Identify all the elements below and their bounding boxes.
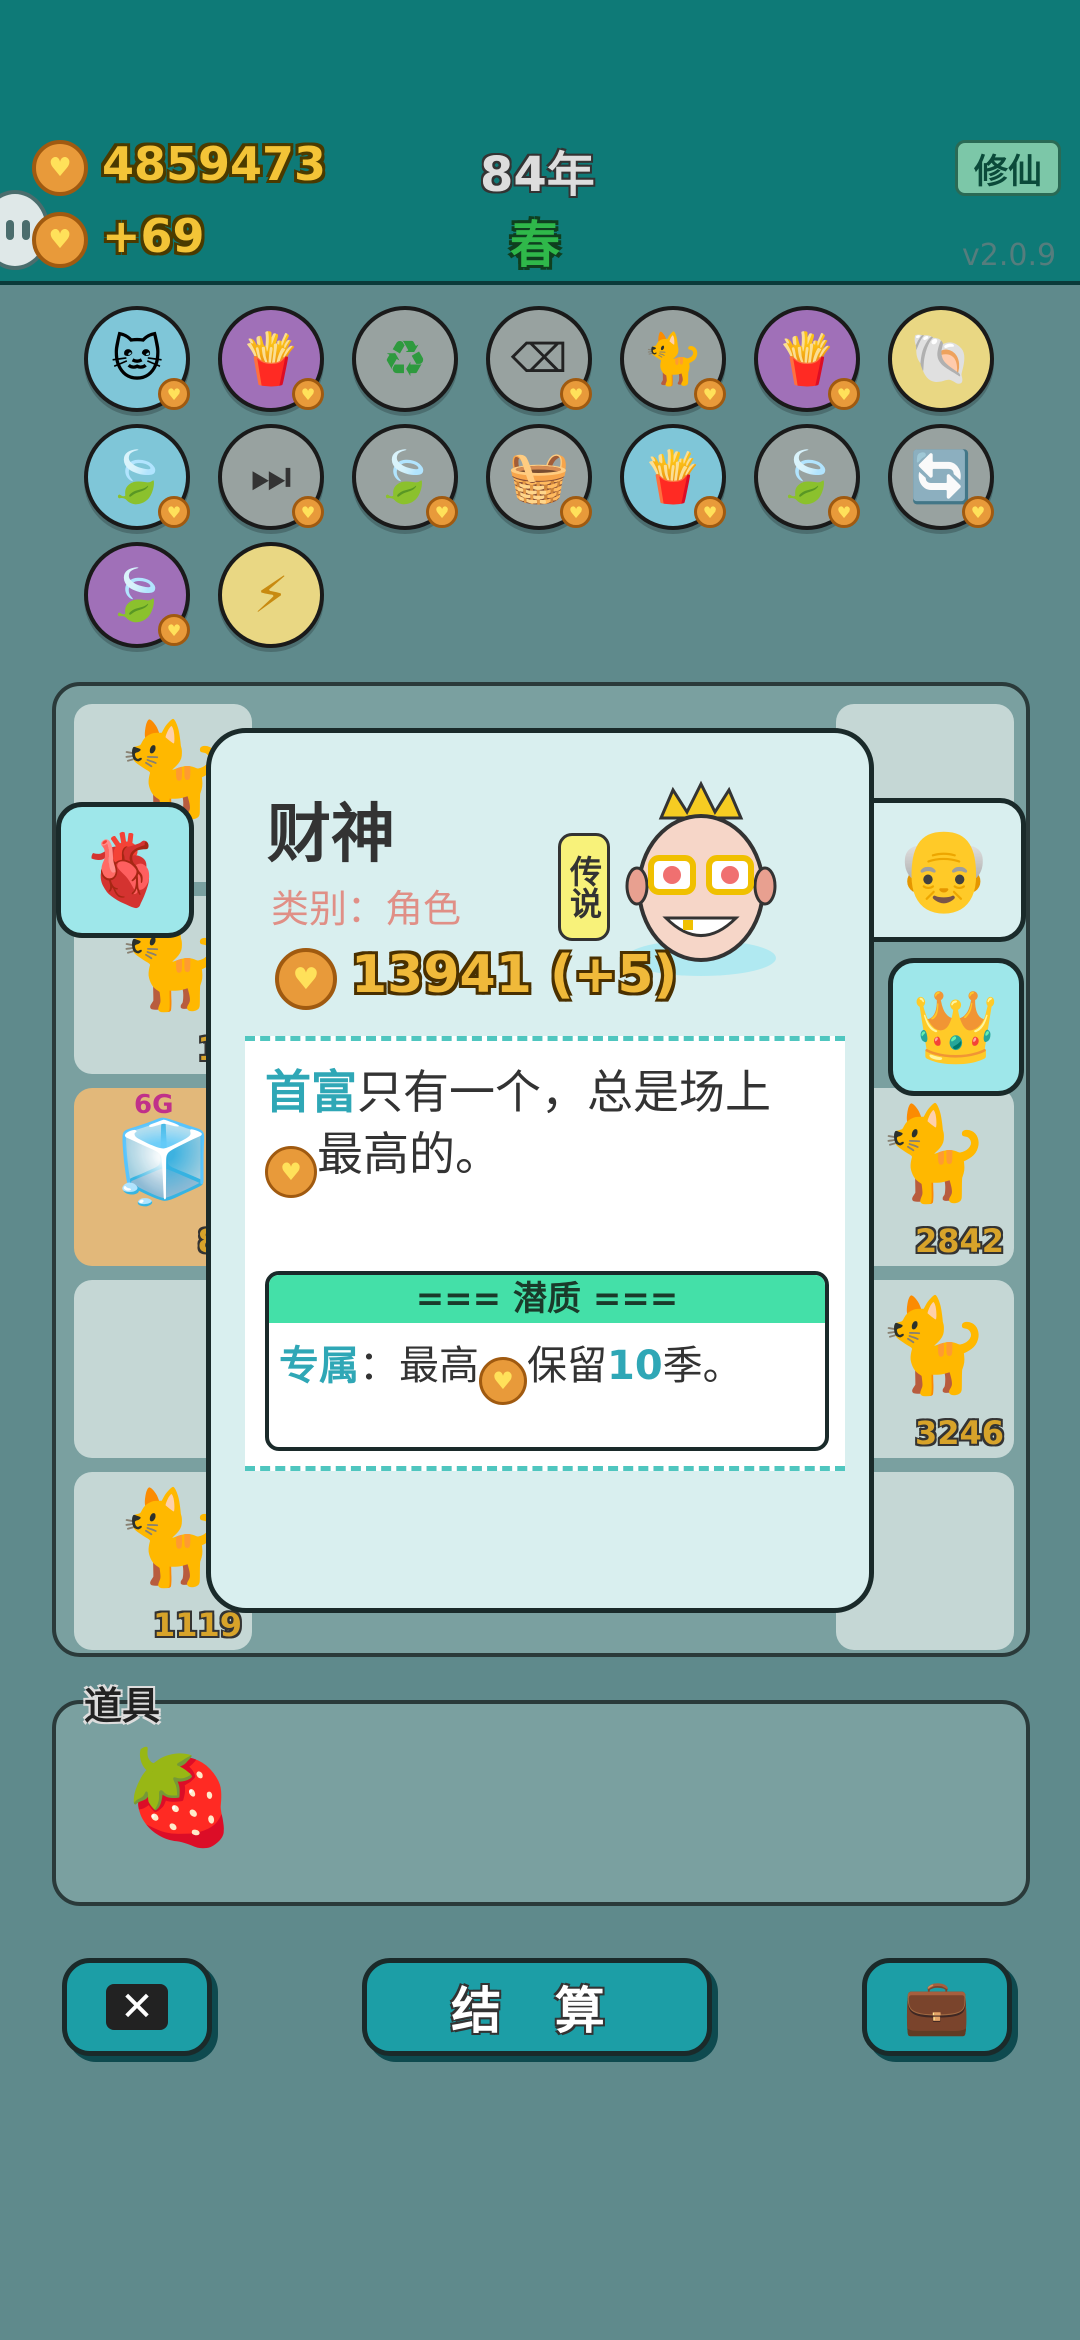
trait-text: 专属：最高 ♥ 保留10季。 <box>269 1323 825 1415</box>
coin-icon: ♥ <box>479 1357 527 1405</box>
gold-income: +69 <box>102 209 205 263</box>
refresh-icon[interactable]: 🔄 ♥ <box>888 424 994 530</box>
season-label: 春 <box>510 216 560 274</box>
version-label: v2.0.9 <box>962 238 1057 273</box>
year-counter: 84年 <box>480 147 595 203</box>
items-label: 道具 <box>84 1684 161 1728</box>
liver-tab[interactable]: 🫀 <box>56 802 194 938</box>
value-coin-icon: ♥ <box>275 948 337 1010</box>
card-name: 财神 <box>267 798 395 872</box>
card-type: 类别：角色 <box>271 887 462 931</box>
remove-button[interactable]: ✕ <box>62 1958 212 2056</box>
leaf-icon[interactable]: 🍃 ♥ <box>754 424 860 530</box>
portrait-tab[interactable]: 👴 <box>862 798 1026 942</box>
shell-icon[interactable]: 🐚 <box>888 306 994 412</box>
gold-total: 4859473 <box>102 137 327 191</box>
strawberry-icon[interactable]: 🍓 <box>122 1744 237 1852</box>
crown-tab[interactable]: 👑 <box>888 958 1024 1096</box>
fridge-icon: 🧊 <box>114 1115 214 1208</box>
card-detail-popup: 财神 类别：角色 传说 ♥ 13941 (+5) 首富只有一个，总是场上 ♥ 最高… <box>206 728 874 1613</box>
leaf-icon[interactable]: 🍃 ♥ <box>352 424 458 530</box>
liver-icon: 🫀 <box>81 828 169 911</box>
cat-icon[interactable]: 🐱 ♥ <box>84 306 190 412</box>
briefcase-icon: 💼 <box>903 1975 971 2038</box>
delete-tag-icon[interactable]: ⌫ ♥ <box>486 306 592 412</box>
lightning-icon[interactable]: ⚡ <box>218 542 324 648</box>
fries-icon[interactable]: 🍟 ♥ <box>620 424 726 530</box>
skip-icon[interactable]: ⏭ ♥ <box>218 424 324 530</box>
delete-tag-icon: ✕ <box>106 1984 168 2030</box>
card-value: 13941 (+5) <box>351 945 678 1005</box>
description-text: 首富只有一个，总是场上 ♥ 最高的。 <box>265 1061 825 1199</box>
recycle-icon[interactable]: ♻ <box>352 306 458 412</box>
trait-header: === 潜质 === <box>269 1275 825 1323</box>
cats-icon[interactable]: 🐈 ♥ <box>620 306 726 412</box>
items-panel: 🍓 <box>52 1700 1030 1906</box>
crown-icon: 👑 <box>912 985 1000 1068</box>
settle-button[interactable]: 结 算 <box>362 1958 712 2056</box>
fries-icon[interactable]: 🍟 ♥ <box>218 306 324 412</box>
cultivate-button[interactable]: 修仙 <box>955 140 1061 196</box>
coin-icon: ♥ <box>265 1146 317 1199</box>
description-box: 首富只有一个，总是场上 ♥ 最高的。 === 潜质 === 专属：最高 ♥ 保留10季… <box>245 1036 845 1471</box>
fries-icon[interactable]: 🍟 ♥ <box>754 306 860 412</box>
leaf-icon[interactable]: 🍃 ♥ <box>84 542 190 648</box>
top-bar: 4859473 +69 84年 春 修仙 v2.0.9 <box>0 0 1080 285</box>
gold-coin-icon <box>32 140 88 196</box>
leaf-icon[interactable]: 🍃 ♥ <box>84 424 190 530</box>
income-coin-icon <box>32 212 88 268</box>
rarity-badge: 传说 <box>558 833 610 941</box>
inventory-button[interactable]: 💼 <box>862 1958 1012 2056</box>
basket-icon[interactable]: 🧺 ♥ <box>486 424 592 530</box>
rich-god-portrait-icon: 👴 <box>894 823 994 916</box>
trait-box: === 潜质 === 专属：最高 ♥ 保留10季。 <box>265 1271 829 1451</box>
